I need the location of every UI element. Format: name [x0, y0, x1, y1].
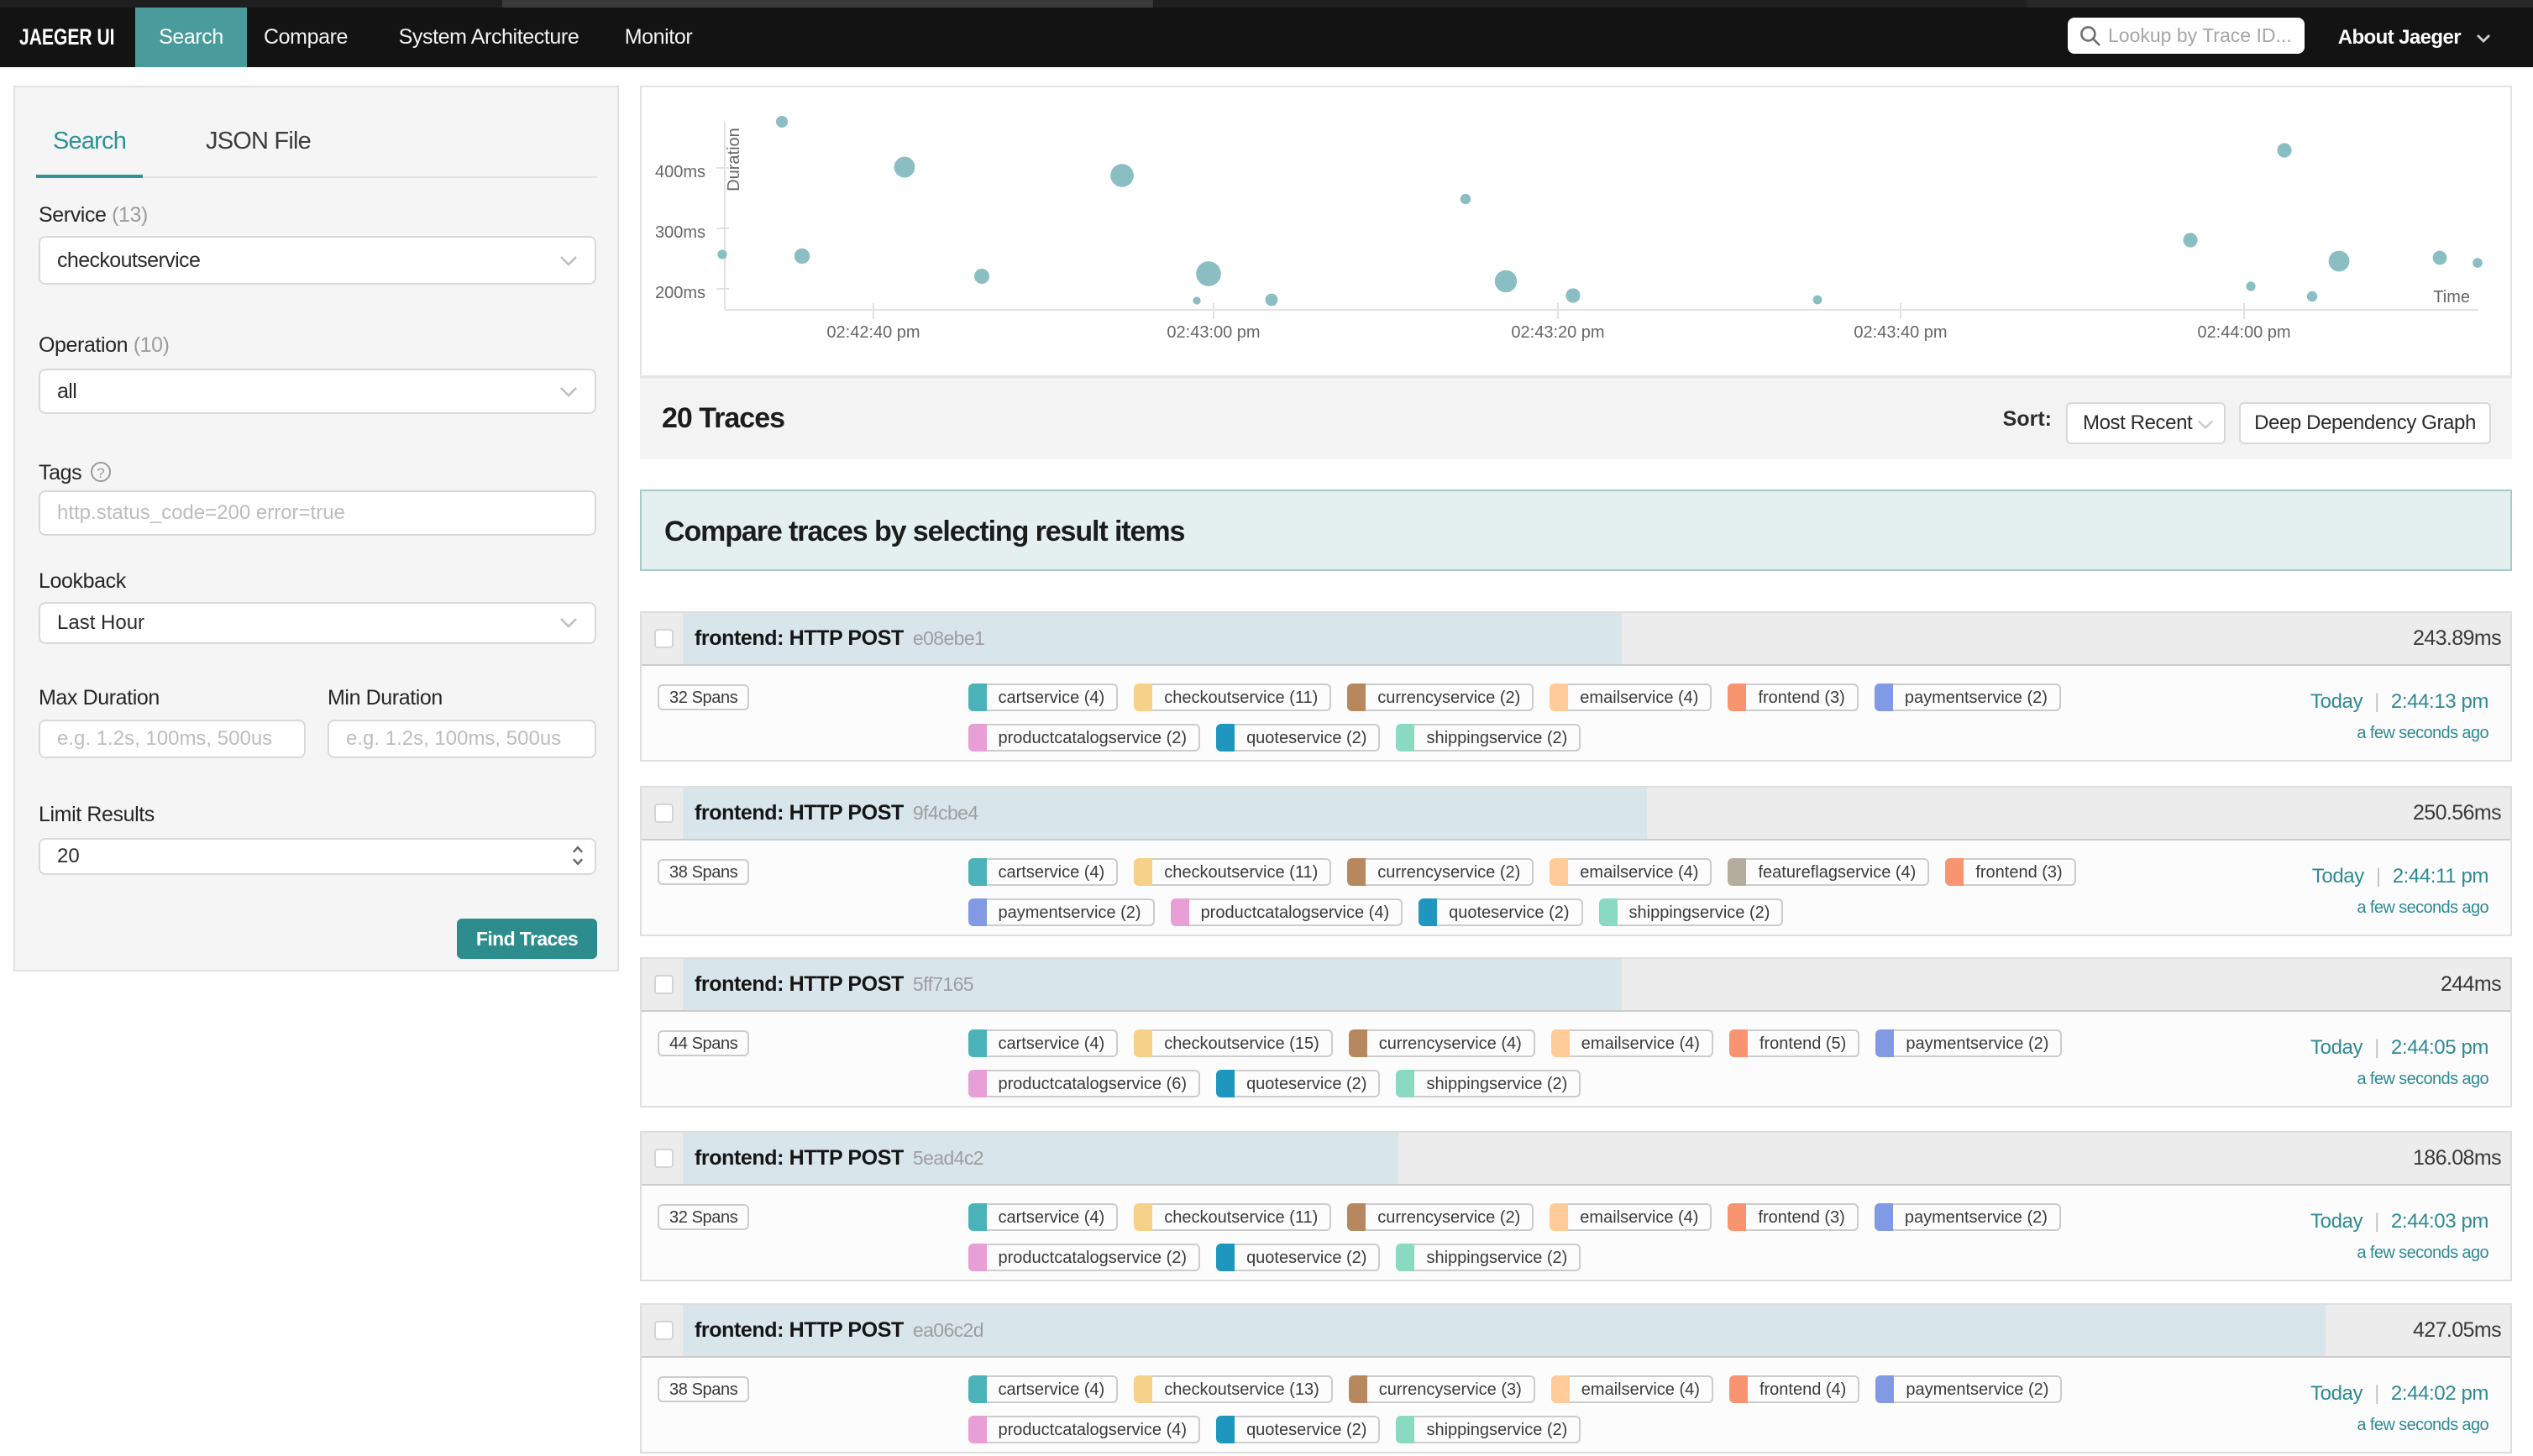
svg-text:400ms: 400ms — [655, 163, 705, 181]
svg-text:02:44:00 pm: 02:44:00 pm — [2197, 323, 2290, 342]
svg-text:02:42:40 pm: 02:42:40 pm — [826, 323, 920, 342]
svg-text:Time: Time — [2433, 288, 2470, 306]
svg-text:200ms: 200ms — [655, 284, 705, 302]
svg-text:02:43:40 pm: 02:43:40 pm — [1854, 323, 1947, 342]
svg-text:300ms: 300ms — [655, 223, 705, 242]
svg-text:02:43:20 pm: 02:43:20 pm — [1511, 323, 1604, 342]
svg-text:Duration: Duration — [725, 128, 743, 191]
svg-text:02:43:00 pm: 02:43:00 pm — [1167, 323, 1260, 342]
